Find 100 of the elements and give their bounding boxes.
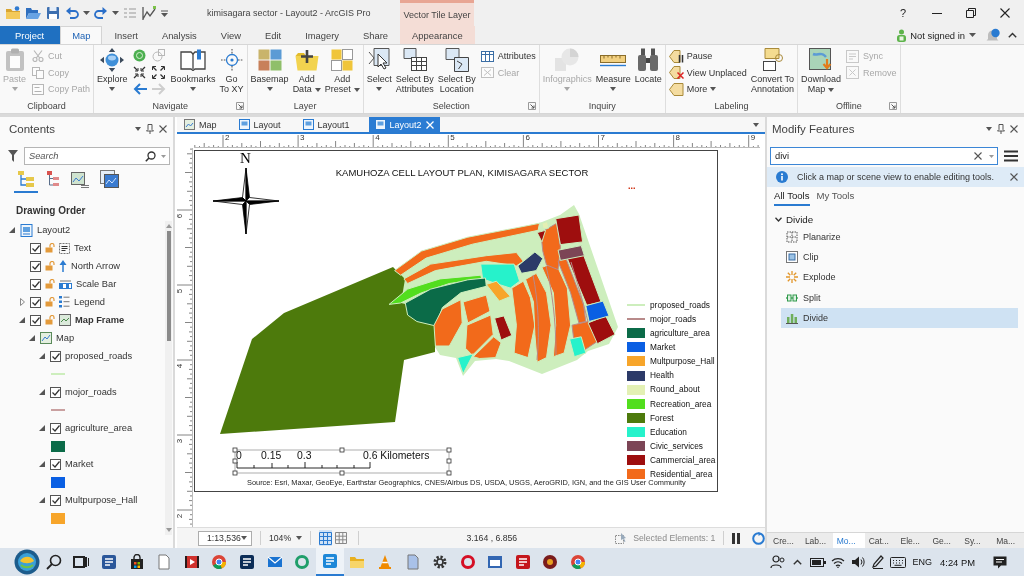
- chevron-down-icon[interactable]: [775, 217, 782, 222]
- arrows-outward-icon[interactable]: [152, 66, 166, 79]
- caret-icon[interactable]: [83, 11, 90, 15]
- keyboard-icon[interactable]: [889, 556, 906, 568]
- tree-item[interactable]: Layout2: [37, 225, 71, 235]
- scrollbar[interactable]: [165, 221, 172, 535]
- measure-button[interactable]: Measure: [594, 45, 632, 91]
- tool-tab[interactable]: All Tools: [774, 187, 810, 206]
- tree-item[interactable]: North Arrow: [71, 261, 121, 271]
- dock-tab[interactable]: Ele...: [896, 533, 929, 548]
- convert-to-annotation-button[interactable]: Convert To Annotation: [749, 45, 796, 94]
- more-button[interactable]: More: [667, 81, 748, 98]
- toggle-button[interactable]: [318, 530, 332, 546]
- caret-icon[interactable]: [986, 127, 992, 131]
- tool-group-header[interactable]: Divide: [786, 214, 814, 225]
- checkbox[interactable]: [30, 278, 41, 290]
- expanded-triangle-icon[interactable]: [9, 227, 15, 233]
- add-data-button[interactable]: Add Data: [291, 45, 322, 94]
- document-tab[interactable]: Layout2: [368, 117, 440, 132]
- polyline-icon[interactable]: [141, 5, 157, 21]
- close-icon[interactable]: [974, 152, 982, 160]
- expanded-triangle-icon[interactable]: [19, 317, 25, 323]
- undo-icon[interactable]: [65, 6, 79, 20]
- tool-item[interactable]: Divide: [781, 307, 1018, 328]
- ribbon-tab[interactable]: Map: [60, 26, 103, 44]
- checkbox[interactable]: [30, 314, 41, 326]
- go-to-xy-button[interactable]: Go To XY: [218, 45, 245, 94]
- dock-tab[interactable]: Ge...: [928, 533, 961, 548]
- tree-item[interactable]: Text: [74, 243, 92, 253]
- expanded-triangle-icon[interactable]: [39, 425, 45, 431]
- bell-icon[interactable]: [986, 28, 1000, 42]
- collapsed-triangle-icon[interactable]: [19, 298, 25, 306]
- redo-icon[interactable]: [94, 6, 108, 20]
- wifi-icon[interactable]: [830, 556, 845, 568]
- dock-tab[interactable]: Mo...: [832, 533, 865, 548]
- dock-tab[interactable]: Cre...: [769, 533, 801, 548]
- ribbon-tab[interactable]: Project: [0, 26, 61, 44]
- explore-button[interactable]: Explore: [96, 45, 129, 91]
- close-icon[interactable]: [1010, 173, 1018, 181]
- help-button[interactable]: ?: [886, 0, 920, 26]
- battery-icon[interactable]: [809, 557, 826, 567]
- speaker-icon[interactable]: [850, 556, 865, 568]
- dock-tab[interactable]: Cat...: [864, 533, 897, 548]
- pause-icon[interactable]: [732, 532, 740, 544]
- tree-item[interactable]: Scale Bar: [76, 279, 117, 289]
- ribbon-tab[interactable]: Appearance: [400, 26, 475, 44]
- tree-item[interactable]: Market: [65, 459, 94, 469]
- select-button[interactable]: Select: [365, 45, 393, 91]
- back-arrow-icon[interactable]: [132, 83, 147, 95]
- tool-item[interactable]: Split: [781, 287, 1018, 308]
- checkbox[interactable]: [30, 296, 41, 308]
- chevron-up-icon[interactable]: [1008, 32, 1017, 38]
- expanded-triangle-icon[interactable]: [39, 461, 45, 467]
- dialog-launcher-icon[interactable]: [888, 102, 897, 110]
- checkbox[interactable]: [50, 458, 61, 470]
- select-by-location-button[interactable]: Select By Location: [436, 45, 477, 94]
- ribbon-tab[interactable]: Imagery: [293, 26, 351, 44]
- pen-icon[interactable]: [871, 555, 884, 569]
- tool-item[interactable]: Planarize: [781, 227, 1018, 248]
- document-tab[interactable]: Layout: [235, 117, 284, 132]
- tool-item[interactable]: Clip: [781, 247, 1018, 268]
- caret-icon[interactable]: [969, 33, 976, 37]
- caret-icon[interactable]: [112, 11, 119, 15]
- checkbox[interactable]: [30, 242, 41, 254]
- start-orb-icon[interactable]: [14, 549, 40, 575]
- tree-item[interactable]: Map Frame: [75, 315, 125, 325]
- tree-item[interactable]: Multpurpose_Hall: [65, 495, 138, 505]
- language-indicator[interactable]: ENG: [912, 557, 933, 567]
- zoom-dropdown[interactable]: 104%: [268, 533, 303, 543]
- dialog-launcher-icon[interactable]: [527, 102, 536, 110]
- ribbon-tab[interactable]: Share: [351, 26, 401, 44]
- expanded-triangle-icon[interactable]: [39, 389, 45, 395]
- pin-icon[interactable]: [997, 124, 1005, 134]
- pin-icon[interactable]: [146, 124, 154, 134]
- basemap-button[interactable]: Basemap: [249, 45, 290, 91]
- refresh-icon[interactable]: [752, 531, 765, 545]
- checkbox[interactable]: [50, 422, 61, 434]
- view-unplaced-button[interactable]: View Unplaced: [667, 64, 748, 81]
- ribbon-tab[interactable]: Analysis: [149, 26, 209, 44]
- document-tab[interactable]: Layout1: [299, 117, 353, 132]
- close-icon[interactable]: [159, 125, 167, 133]
- toggle-button[interactable]: [334, 530, 347, 546]
- ribbon-tab[interactable]: Insert: [102, 26, 150, 44]
- account-status[interactable]: Not signed in: [910, 29, 965, 41]
- checkbox[interactable]: [30, 260, 41, 272]
- clock[interactable]: 4:24 PM: [940, 556, 975, 568]
- expanded-triangle-icon[interactable]: [29, 335, 35, 341]
- dock-tab[interactable]: Lab...: [800, 533, 833, 548]
- customize-caret-icon[interactable]: [161, 9, 168, 17]
- caret-icon[interactable]: [753, 122, 759, 127]
- dock-tab[interactable]: Sy...: [960, 533, 993, 548]
- checkbox[interactable]: [50, 386, 61, 398]
- search-field[interactable]: Search: [24, 147, 170, 165]
- download-map-button[interactable]: Download Map: [800, 45, 843, 94]
- search-field[interactable]: divi: [770, 147, 998, 165]
- close-icon[interactable]: [1000, 8, 1010, 18]
- tree-item[interactable]: proposed_roads: [65, 351, 133, 361]
- bookmarks-button[interactable]: Bookmarks: [169, 45, 217, 91]
- search-icon[interactable]: [145, 151, 156, 162]
- checkbox[interactable]: [50, 494, 61, 506]
